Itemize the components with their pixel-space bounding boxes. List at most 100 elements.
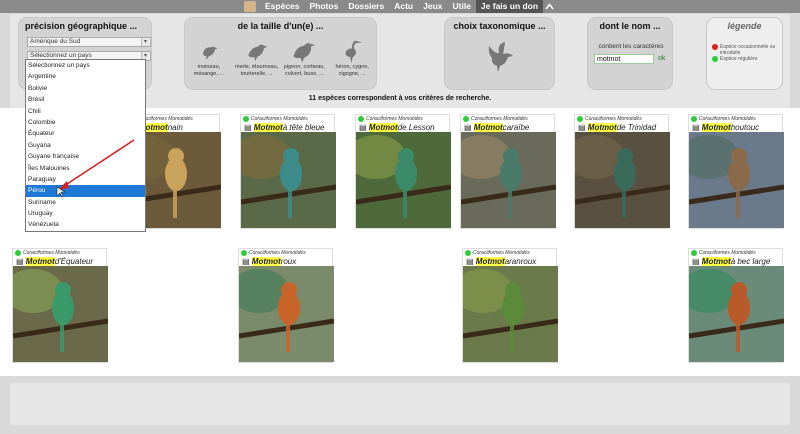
site-logo[interactable] [244, 1, 256, 12]
document-icon: ▤ [359, 123, 367, 132]
species-name[interactable]: ▤ Motmothoutouc [689, 123, 782, 132]
country-option[interactable]: Brésil [26, 94, 145, 105]
species-card[interactable]: Coraciiformes Momotidés ▤ Motmotcaraïbe [460, 114, 556, 229]
country-option[interactable]: Chili [26, 106, 145, 117]
species-name[interactable]: ▤ Motmotà bec large [689, 257, 782, 266]
country-option[interactable]: Paraguay [26, 174, 145, 185]
species-name[interactable]: ▤ Motmotd'Équateur [13, 257, 106, 266]
family-name[interactable]: Momotidés [617, 116, 641, 122]
size-option-blackbird[interactable]: merle, étourneau, tourterelle, ... [235, 38, 279, 78]
species-name[interactable]: ▤ Motmotà tête bleue [241, 123, 334, 132]
nav-dossiers[interactable]: Dossiers [343, 0, 389, 13]
family-name[interactable]: Momotidés [283, 116, 307, 122]
nav-actu[interactable]: Actu [389, 0, 418, 13]
document-icon: ▤ [578, 123, 586, 132]
country-option[interactable]: Îles Malouines [26, 163, 145, 174]
country-dropdown-list[interactable]: Sélectionnez un pays Argentine Bolivie Brés… [25, 59, 146, 232]
name-rest: aranroux [504, 257, 537, 266]
order-name[interactable]: Coraciiformes [699, 116, 730, 122]
region-value: Amérique du Sud [30, 38, 81, 45]
family-name[interactable]: Momotidés [168, 116, 192, 122]
family-name[interactable]: Momotidés [55, 250, 79, 256]
order-name[interactable]: Coraciiformes [23, 250, 54, 256]
size-option-heron[interactable]: héron, cygne, cigogne, ... [330, 38, 374, 78]
family-name[interactable]: Momotidés [505, 250, 529, 256]
regular-species-dot-icon [241, 250, 247, 256]
country-option[interactable]: Guyana [26, 140, 145, 151]
document-icon: ▤ [16, 257, 24, 266]
species-name[interactable]: ▤ Motmotde Trinidad [575, 123, 668, 132]
name-rest: d'Équateur [54, 257, 94, 266]
order-name[interactable]: Coraciiformes [471, 116, 502, 122]
species-photo[interactable] [356, 132, 451, 228]
order-name[interactable]: Coraciiformes [366, 116, 397, 122]
order-name[interactable]: Coraciiformes [251, 116, 282, 122]
taxonomy-line: Coraciiformes Momotidés [241, 115, 334, 123]
species-card[interactable]: Coraciiformes Momotidés ▤ Motmotà bec lar… [688, 248, 784, 363]
nav-jeux[interactable]: Jeux [418, 0, 447, 13]
country-option[interactable]: Colombie [26, 117, 145, 128]
species-photo[interactable] [575, 132, 670, 228]
country-option[interactable]: Suriname [26, 197, 145, 208]
species-photo[interactable] [463, 266, 558, 362]
species-card[interactable]: Coraciiformes Momotidés ▤ Motmotd'Équateu… [12, 248, 108, 363]
name-match: Motmot [701, 123, 731, 132]
country-option[interactable]: Argentine [26, 71, 145, 82]
country-option[interactable]: Uruguay [26, 208, 145, 219]
name-input[interactable]: motmot [594, 54, 654, 64]
nav-especes[interactable]: Espèces [260, 0, 305, 13]
species-photo[interactable] [689, 266, 784, 362]
country-option[interactable]: Sélectionnez un pays [26, 60, 145, 71]
country-option[interactable]: Vénézuela [26, 219, 145, 230]
species-card[interactable]: Coraciiformes Momotidés ▤ Motmotde Lesson [355, 114, 451, 229]
document-icon: ▤ [244, 123, 252, 132]
nav-don[interactable]: Je fais un don [475, 0, 544, 13]
footer [10, 383, 790, 425]
species-photo[interactable] [239, 266, 334, 362]
species-card[interactable]: Coraciiformes Momotidés ▤ Motmotroux [238, 248, 334, 363]
country-option[interactable]: Équateur [26, 128, 145, 139]
species-name[interactable]: ▤ Motmotaranroux [463, 257, 556, 266]
name-match: Motmot [701, 257, 731, 266]
nav-utile[interactable]: Utile [448, 0, 476, 13]
species-photo[interactable] [241, 132, 336, 228]
size-option-pigeon[interactable]: pigeon, corbeau, colvert, buse, ... [282, 38, 326, 78]
species-photo[interactable] [13, 266, 108, 362]
size-option-sparrow[interactable]: moineau, mésange, ... [187, 38, 231, 78]
order-name[interactable]: Coraciiformes [473, 250, 504, 256]
family-name[interactable]: Momotidés [731, 116, 755, 122]
bird-silhouette-icon[interactable] [483, 40, 517, 74]
species-name[interactable]: ▤ Motmotroux [239, 257, 332, 266]
family-name[interactable]: Momotidés [398, 116, 422, 122]
species-photo[interactable] [689, 132, 784, 228]
chevron-down-icon: ▾ [141, 38, 149, 46]
name-rest: à bec large [730, 257, 771, 266]
ok-button[interactable]: ok [658, 55, 665, 62]
species-name[interactable]: ▤ Motmotde Lesson [356, 123, 449, 132]
name-title: dont le nom ... [599, 21, 661, 31]
species-card[interactable]: Coraciiformes Momotidés ▤ Motmotaranroux [462, 248, 558, 363]
legend-title: légende [727, 21, 762, 31]
country-value: Sélectionnez un pays [30, 52, 92, 59]
order-name[interactable]: Coraciiformes [249, 250, 280, 256]
regular-species-dot-icon [243, 116, 249, 122]
country-option[interactable]: Bolivie [26, 83, 145, 94]
country-option[interactable]: Guyane française [26, 151, 145, 162]
species-card[interactable]: Coraciiformes Momotidés ▤ Motmotde Trinid… [574, 114, 670, 229]
species-photo[interactable] [461, 132, 556, 228]
order-name[interactable]: Coraciiformes [585, 116, 616, 122]
legend-item: Espèce régulière [712, 56, 758, 62]
region-select[interactable]: Amérique du Sud ▾ [27, 37, 151, 47]
species-card[interactable]: Coraciiformes Momotidés ▤ Motmotà tête bl… [240, 114, 336, 229]
family-name[interactable]: Momotidés [281, 250, 305, 256]
species-card[interactable]: Coraciiformes Momotidés ▤ Motmothoutouc [688, 114, 784, 229]
order-name[interactable]: Coraciiformes [699, 250, 730, 256]
name-match: Motmot [368, 123, 398, 132]
document-icon: ▤ [692, 123, 700, 132]
nav-photos[interactable]: Photos [305, 0, 344, 13]
family-name[interactable]: Momotidés [731, 250, 755, 256]
family-name[interactable]: Momotidés [503, 116, 527, 122]
species-name[interactable]: ▤ Motmotcaraïbe [461, 123, 554, 132]
country-option[interactable]: Pérou [26, 185, 145, 197]
chevron-up-icon[interactable] [543, 0, 556, 13]
